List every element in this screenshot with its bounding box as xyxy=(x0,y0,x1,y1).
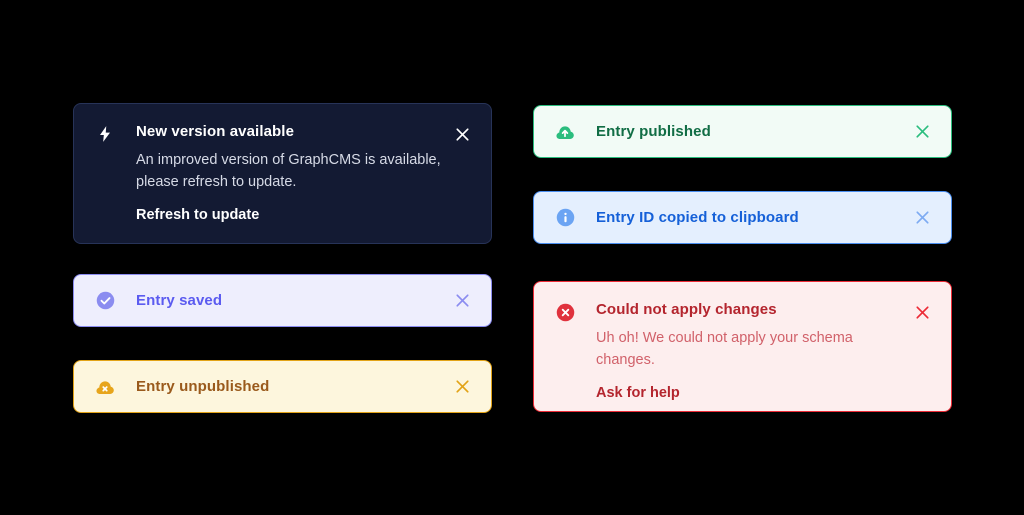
toast-title: Entry unpublished xyxy=(136,377,270,395)
toast-entry-id-copied[interactable]: Entry ID copied to clipboard xyxy=(533,191,952,244)
close-icon[interactable] xyxy=(913,123,931,141)
toast-content: Could not apply changes Uh oh! We could … xyxy=(596,300,913,403)
error-circle-icon xyxy=(554,301,576,323)
toast-title: Entry published xyxy=(596,122,711,140)
cloud-x-icon xyxy=(94,376,116,398)
toast-entry-unpublished[interactable]: Entry unpublished xyxy=(73,360,492,413)
toast-entry-published[interactable]: Entry published xyxy=(533,105,952,158)
lightning-bolt-icon xyxy=(94,123,116,145)
refresh-to-update-link[interactable]: Refresh to update xyxy=(136,205,259,225)
close-icon[interactable] xyxy=(913,209,931,227)
toast-message: Uh oh! We could not apply your schema ch… xyxy=(596,330,853,368)
ask-for-help-link[interactable]: Ask for help xyxy=(596,383,680,403)
toast-entry-saved[interactable]: Entry saved xyxy=(73,274,492,327)
toast-title: New version available xyxy=(136,123,295,140)
toast-title: Could not apply changes xyxy=(596,301,777,318)
close-icon[interactable] xyxy=(453,378,471,396)
info-circle-icon xyxy=(554,207,576,229)
close-icon[interactable] xyxy=(453,125,471,143)
toast-title: Entry ID copied to clipboard xyxy=(596,208,799,226)
close-icon[interactable] xyxy=(913,303,931,321)
toast-could-not-apply-changes[interactable]: Could not apply changes Uh oh! We could … xyxy=(533,281,952,412)
toast-gallery: New version available An improved versio… xyxy=(0,0,1024,515)
toast-new-version-available[interactable]: New version available An improved versio… xyxy=(73,103,492,244)
close-icon[interactable] xyxy=(453,292,471,310)
toast-title: Entry saved xyxy=(136,291,223,309)
toast-content: New version available An improved versio… xyxy=(136,122,453,225)
check-circle-icon xyxy=(94,290,116,312)
toast-message: An improved version of GraphCMS is avail… xyxy=(136,152,441,190)
cloud-upload-icon xyxy=(554,121,576,143)
